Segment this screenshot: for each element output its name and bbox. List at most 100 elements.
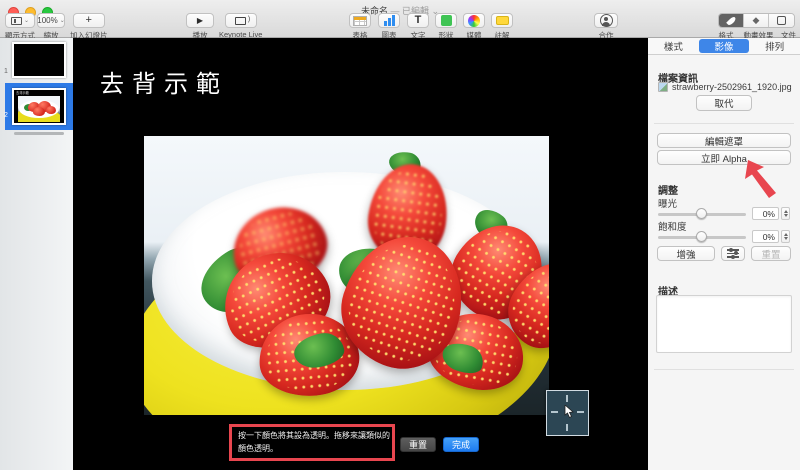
insert-chart-group: 圖表 [378,13,400,41]
shape-icon [440,15,452,26]
document-icon [777,16,786,25]
mini-strawberry [46,106,56,114]
alpha-reset-button[interactable]: 重置 [400,437,436,452]
crosshair-icon [566,424,568,431]
zoom-group: 100% ⌄ 縮放 [37,13,65,41]
add-slide-group: + 加入幻燈片 [70,13,108,41]
exposure-label: 曝光 [658,199,678,210]
saturation-stepper[interactable] [781,230,790,243]
adjust-image-button[interactable] [721,246,745,261]
enhance-button[interactable]: 增強 [657,246,715,261]
zoom-value: 100% [37,16,58,25]
insert-media-group: 媒體 [463,13,485,41]
keynote-live-button[interactable] [224,13,257,28]
stepper-up-icon [783,233,788,236]
insert-table-group: 表格 [349,13,371,41]
saturation-value-field[interactable]: 0% [752,230,779,243]
insert-text-button[interactable]: T [407,13,429,28]
insert-table-button[interactable] [349,13,371,28]
insert-comment-group: 註解 [491,13,513,41]
chevron-down-icon: ⌄ [23,18,30,24]
insert-media-button[interactable] [463,13,485,28]
saturation-slider-knob[interactable] [696,231,707,242]
display-icon [235,16,250,25]
file-info-row: strawberry-2502961_1920.jpg [658,82,792,92]
tooltip-line1: 按一下顏色將其設為透明。拖移來讓類似的 [238,430,390,440]
slide-thumbnail-1[interactable] [12,42,66,78]
play-group: ▶ 播放 [186,13,214,41]
stepper-down-icon [783,214,788,217]
insert-chart-button[interactable] [378,13,400,28]
cursor-arrow-icon [564,405,574,419]
adjust-reset-button[interactable]: 重置 [751,246,791,261]
slide-number-1: 1 [4,68,8,75]
view-options-group: ⌄ 顯示方式 [5,13,35,41]
annotation-arrow-icon [745,160,776,198]
document-tab-button[interactable] [769,14,794,27]
tab-style[interactable]: 樣式 [648,38,699,54]
panel-segmented-control: ◆ [718,13,795,28]
slide-title[interactable]: 去背示範 [100,64,228,99]
slide-divider-bar [14,132,64,135]
tab-arrange[interactable]: 排列 [749,38,800,54]
adjust-heading: 調整 [658,186,678,197]
tab-image[interactable]: 影像 [698,39,750,53]
strawberry-photo[interactable] [144,136,549,415]
slide-canvas[interactable]: 去背示範 按一下顏色將其設為透明。拖移來讓類似的 顏色透明。 重置 完成 [73,38,648,470]
mini-strawberry [33,107,45,116]
sliders-icon [727,248,739,259]
crosshair-icon [566,395,568,402]
instant-alpha-loupe[interactable] [546,390,589,436]
view-options-icon [10,16,22,25]
insert-comment-button[interactable] [491,13,513,28]
view-options-button[interactable]: ⌄ [5,13,35,28]
exposure-slider-knob[interactable] [696,208,707,219]
stepper-down-icon [783,237,788,240]
mini-strawberry-photo [18,96,60,122]
alpha-done-button[interactable]: 完成 [443,437,479,452]
plus-icon: + [85,14,92,26]
table-icon [353,15,367,26]
divider [654,369,794,370]
text-icon: T [414,14,422,26]
keynote-live-group: Keynote Live [219,13,262,39]
collaborate-group: 合作 [594,13,618,41]
stepper-up-icon [783,210,788,213]
panel-switcher: ◆ [718,13,795,28]
slide-thumbnail-2[interactable]: 去背示範 [12,88,66,125]
keynote-window: 未命名 — 已編輯 ⌄ ⌄ 顯示方式 100% ⌄ 縮放 + 加入幻燈片 ▶ 播… [0,0,800,470]
crosshair-icon [577,411,584,413]
description-textarea[interactable] [656,295,792,353]
divider [654,123,794,124]
insert-shape-button[interactable] [435,13,457,28]
zoom-button[interactable]: 100% ⌄ [37,13,65,28]
chevron-down-icon: ⌄ [59,18,65,24]
edit-mask-button[interactable]: 編輯遮罩 [657,133,791,148]
exposure-stepper[interactable] [781,207,790,220]
replace-button[interactable]: 取代 [696,95,752,111]
window-title: 未命名 — 已編輯 ⌄ [0,4,800,17]
collaborate-icon [599,14,613,27]
file-name: strawberry-2502961_1920.jpg [672,82,792,92]
format-tab-button[interactable] [719,14,744,27]
insert-text-group: T 文字 [407,13,429,41]
toolbar: 未命名 — 已編輯 ⌄ ⌄ 顯示方式 100% ⌄ 縮放 + 加入幻燈片 ▶ 播… [0,0,800,41]
insert-shape-group: 形狀 [435,13,457,41]
image-file-icon [658,82,668,92]
comment-icon [495,16,509,25]
play-icon: ▶ [196,16,204,25]
instant-alpha-tooltip-annotation: 按一下顏色將其設為透明。拖移來讓類似的 顏色透明。 [229,424,395,461]
animate-tab-button[interactable]: ◆ [744,14,769,27]
exposure-value-field[interactable]: 0% [752,207,779,220]
inspector-tabs: 樣式 影像 排列 [648,38,800,55]
add-slide-button[interactable]: + [72,13,105,28]
format-inspector: 樣式 影像 排列 檔案資訊 strawberry-2502961_1920.jp… [648,38,800,470]
tooltip-line2: 顏色透明。 [238,443,278,453]
crosshair-icon [551,411,558,413]
chart-icon [383,15,395,26]
media-icon [468,14,480,27]
collaborate-button[interactable] [594,13,618,28]
slide-navigator: 1 去背示範 2 [0,38,73,470]
play-button[interactable]: ▶ [186,13,214,28]
animate-diamond-icon: ◆ [752,15,760,25]
